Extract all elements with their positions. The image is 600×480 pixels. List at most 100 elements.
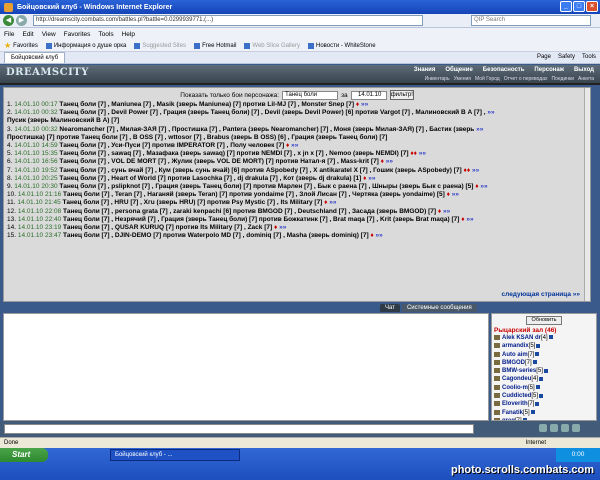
log-link-icon[interactable]: »»: [374, 232, 383, 239]
log-link-icon[interactable]: »»: [289, 142, 298, 149]
settings-icon[interactable]: [572, 424, 580, 432]
subnav-skills[interactable]: Умения: [454, 76, 471, 82]
log-link-icon[interactable]: »»: [277, 224, 286, 231]
favorite-link[interactable]: Web Slice Gallery: [244, 42, 300, 49]
log-link-icon[interactable]: »»: [479, 183, 487, 190]
nav-knowledge[interactable]: Знания: [414, 67, 436, 73]
user-list-item[interactable]: Cagondeu[4]: [492, 375, 596, 383]
log-link-icon[interactable]: »»: [327, 199, 336, 206]
battle-participants[interactable]: Танец боли [7] , сунь вчай [7] , Кум (зв…: [59, 167, 463, 174]
battle-participants[interactable]: Танец боли [7] , Devil Power [7] , Граци…: [59, 109, 487, 116]
battle-participants[interactable]: Пусик (зверь Малиновский В А) [7]: [7, 117, 119, 124]
user-list-item[interactable]: BMW-series[5]: [492, 367, 596, 375]
clear-icon[interactable]: [550, 424, 558, 432]
tab-chat[interactable]: Чат: [380, 304, 400, 312]
battle-participants[interactable]: Танец боли [7] , Maniunea [7] , Masik (з…: [59, 101, 355, 108]
battle-participants[interactable]: Танец боли [7] , persona grata [7] , zar…: [63, 208, 438, 215]
battle-participants[interactable]: Танец боли [7] , QUSAR KURUQ [7] против …: [63, 224, 274, 231]
subnav-profile[interactable]: Анкета: [578, 76, 594, 82]
log-link-icon[interactable]: »»: [470, 167, 479, 174]
log-link-icon[interactable]: »»: [487, 109, 494, 116]
battle-participants[interactable]: Танец боли [7] , HRU [7] , Хгu (зверь HR…: [63, 199, 325, 206]
nav-security[interactable]: Безопасность: [483, 67, 525, 73]
character-input[interactable]: Танец боли: [282, 90, 339, 100]
subnav-city[interactable]: Мой Город: [475, 76, 500, 82]
battle-participants[interactable]: Танец боли [7] , sawaq [7] , Мазафака (з…: [59, 150, 410, 157]
battle-participants[interactable]: Танец боли [7] , pslipknot [7] , Грация …: [59, 183, 475, 190]
menu-view[interactable]: View: [42, 31, 56, 38]
battle-participants[interactable]: Танец боли [7] , Уси-Пуси [7] против IMP…: [59, 142, 286, 149]
user-list-item[interactable]: armandix[5]: [492, 342, 596, 350]
tools-menu[interactable]: Tools: [582, 54, 596, 60]
favorite-link[interactable]: Новости - WhiteStone: [307, 42, 376, 49]
user-list-item[interactable]: Cuddicted[5]: [492, 392, 596, 400]
date-input[interactable]: 14.01.10: [350, 90, 387, 100]
refresh-button[interactable]: Обновить: [526, 316, 562, 325]
forward-button[interactable]: ▶: [16, 15, 27, 26]
info-icon[interactable]: [532, 360, 537, 365]
url-input[interactable]: http://dreamscity.combats.com/battles.pl…: [33, 15, 423, 26]
battle-participants[interactable]: Танец боли [7] , VOL DE MORT [7] , Жулик…: [59, 158, 380, 165]
log-link-icon[interactable]: »»: [366, 175, 375, 182]
log-link-icon[interactable]: »»: [384, 158, 393, 165]
subnav-transfers[interactable]: Отчет о переводах: [504, 76, 548, 82]
user-list-item[interactable]: Coolio-m[5]: [492, 384, 596, 392]
subnav-inventory[interactable]: Инвентарь: [425, 76, 450, 82]
info-icon[interactable]: [548, 335, 553, 340]
safety-menu[interactable]: Safety: [558, 54, 575, 60]
tab-system-messages[interactable]: Системные сообщения: [401, 304, 477, 312]
user-list-item[interactable]: BMGOD[7]: [492, 359, 596, 367]
log-link-icon[interactable]: »»: [450, 191, 459, 198]
battle-participants[interactable]: Простишка) [7] против Танец боли [7] , B…: [7, 134, 387, 141]
nav-character[interactable]: Персонаж: [534, 67, 564, 73]
filter-button[interactable]: фильтр!: [389, 90, 414, 100]
menu-favorites[interactable]: Favorites: [64, 31, 91, 38]
nav-exit[interactable]: Выход: [574, 67, 594, 73]
smiley-icon[interactable]: [539, 424, 547, 432]
battle-participants[interactable]: Танец боли [7] , DJIN-DEMO [7] против Wa…: [63, 232, 370, 239]
user-list-item[interactable]: Alek KSAN dr[4]: [492, 334, 596, 342]
menu-help[interactable]: Help: [122, 31, 135, 38]
menu-file[interactable]: File: [4, 31, 14, 38]
info-icon[interactable]: [535, 352, 540, 357]
info-icon[interactable]: [535, 385, 540, 390]
battle-participants[interactable]: Nearomancher [7] , Милая-ЗАЯ [7] , Прост…: [59, 126, 476, 133]
log-link-icon[interactable]: »»: [441, 208, 450, 215]
favorite-link[interactable]: Free Hotmail: [194, 42, 236, 49]
favorite-link[interactable]: Suggested Sites: [134, 42, 186, 49]
sound-icon[interactable]: [561, 424, 569, 432]
battle-participants[interactable]: Танец боли [7] , Незрячий [7] , Грация (…: [63, 216, 461, 223]
info-icon[interactable]: [535, 401, 540, 406]
user-list-item[interactable]: Eloverith[7]: [492, 400, 596, 408]
taskbar-item[interactable]: Бойцовский клуб - ...: [110, 449, 240, 461]
next-page-link[interactable]: следующая страница »»: [502, 291, 580, 298]
minimize-button[interactable]: _: [560, 1, 572, 12]
back-button[interactable]: ◀: [3, 15, 14, 26]
info-icon[interactable]: [539, 393, 544, 398]
user-list-item[interactable]: Fanatik[5]: [492, 409, 596, 417]
info-icon[interactable]: [536, 343, 541, 348]
tab-active[interactable]: Бойцовский клуб: [4, 52, 66, 63]
menu-edit[interactable]: Edit: [22, 31, 33, 38]
user-list-item[interactable]: Auto aim[7]: [492, 351, 596, 359]
subnav-battles[interactable]: Поединки: [552, 76, 575, 82]
battle-participants[interactable]: Танец боли [7] , Teran [7] , Наганяй (зв…: [63, 191, 447, 198]
nav-communication[interactable]: Общение: [445, 67, 472, 73]
favorites-button[interactable]: ★ Favorites: [4, 41, 38, 50]
info-icon[interactable]: [543, 368, 548, 373]
log-link-icon[interactable]: »»: [465, 216, 473, 223]
page-menu[interactable]: Page: [537, 54, 551, 60]
start-button[interactable]: Start: [0, 448, 48, 462]
favorite-link[interactable]: Информация о душе орка: [45, 42, 126, 49]
maximize-button[interactable]: □: [573, 1, 585, 12]
battle-participants[interactable]: Танец боли [7] , Heart of World [7] прот…: [59, 175, 363, 182]
close-button[interactable]: ×: [586, 1, 598, 12]
log-link-icon[interactable]: »»: [417, 150, 426, 157]
menu-tools[interactable]: Tools: [98, 31, 113, 38]
log-link-icon[interactable]: »»: [476, 126, 483, 133]
log-link-icon[interactable]: »»: [359, 101, 368, 108]
info-icon[interactable]: [530, 410, 535, 415]
vertical-scrollbar[interactable]: [584, 88, 590, 301]
info-icon[interactable]: [539, 376, 544, 381]
search-input[interactable]: QIP Search: [471, 15, 591, 26]
